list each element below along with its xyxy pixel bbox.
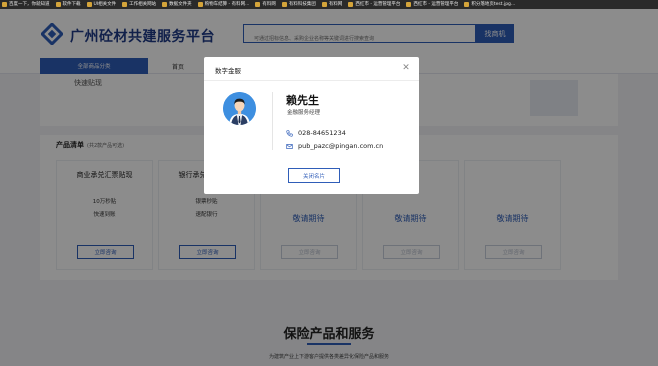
bookmark-icon	[281, 2, 287, 7]
bookmark-icon	[255, 2, 261, 7]
modal-header: 数字金服 ✕	[204, 57, 419, 81]
bookmark-item[interactable]: 软件下载	[55, 0, 81, 9]
bookmark-label: 积分落地页test.jpg...	[471, 2, 516, 7]
bookmark-icon	[464, 2, 470, 7]
modal-title: 数字金服	[215, 67, 241, 75]
close-card-button[interactable]: 关闭名片	[288, 168, 340, 183]
bookmark-icon	[122, 2, 128, 7]
bookmark-label: 工作相关网站	[129, 2, 157, 7]
bookmark-label: 有料网	[328, 2, 343, 7]
bookmark-item[interactable]: 购物车结算 - 有料网...	[197, 0, 250, 9]
bookmark-icon	[2, 2, 7, 7]
email-row: pub_pazc@pingan.com.cn	[286, 142, 383, 150]
bookmark-label: 有料科技集团	[288, 2, 316, 7]
screen: 百度一下，你就知道 软件下载 UI相关文件 工作相关网站 数据文件夹 购物车结算 - 有料…	[0, 0, 658, 366]
bookmark-item[interactable]: 积分落地页test.jpg...	[464, 0, 515, 9]
bookmark-icon	[197, 2, 203, 7]
bookmark-icon	[55, 2, 61, 7]
bookmark-item[interactable]: 西红市 - 运营管理平台	[348, 0, 400, 9]
avatar	[223, 92, 256, 125]
bookmark-icon	[348, 2, 354, 7]
phone-row: 028-84651234	[286, 129, 346, 137]
bookmark-label: UI相关文件	[93, 2, 117, 7]
person-name: 赖先生	[286, 94, 319, 107]
bookmark-icon	[321, 2, 327, 7]
bookmark-item[interactable]: 有料科技集团	[281, 0, 316, 9]
bookmark-item[interactable]: 有料网	[255, 0, 276, 9]
bookmark-item[interactable]: 数据文件夹	[162, 0, 192, 9]
bookmark-label: 有料网	[262, 2, 276, 7]
bookmark-item[interactable]: 百度一下，你就知道	[2, 0, 50, 9]
bookmark-label: 西红市 - 运营管理平台	[355, 2, 401, 7]
email-address: pub_pazc@pingan.com.cn	[298, 142, 384, 150]
bookmark-label: 西红市 - 运营管理平台	[413, 2, 459, 7]
bookmark-item[interactable]: 西红市 - 运营管理平台	[406, 0, 458, 9]
bookmark-icon	[162, 2, 168, 7]
bookmark-item[interactable]: 有料网	[321, 0, 343, 9]
bookmark-icon	[406, 2, 412, 7]
bookmark-label: 数据文件夹	[169, 2, 192, 7]
bookmark-item[interactable]: 工作相关网站	[122, 0, 156, 9]
phone-number: 028-84651234	[298, 129, 346, 137]
bookmark-label: 软件下载	[62, 2, 81, 7]
person-avatar-icon	[223, 92, 256, 125]
bookmarks-bar: 百度一下，你就知道 软件下载 UI相关文件 工作相关网站 数据文件夹 购物车结算 - 有料…	[0, 0, 658, 9]
business-card-modal: 数字金服 ✕ 赖先生 金融服务经理 028-84651234 pub_pazc@…	[204, 57, 419, 194]
bookmark-item[interactable]: UI相关文件	[86, 0, 117, 9]
bookmark-label: 购物车结算 - 有料网...	[204, 2, 250, 7]
bookmark-label: 百度一下，你就知道	[9, 2, 50, 7]
close-icon[interactable]: ✕	[401, 63, 411, 73]
phone-icon	[286, 129, 293, 137]
mail-icon	[286, 143, 293, 150]
vertical-divider	[272, 92, 273, 150]
bookmark-icon	[86, 2, 92, 7]
person-role: 金融服务经理	[287, 110, 321, 116]
